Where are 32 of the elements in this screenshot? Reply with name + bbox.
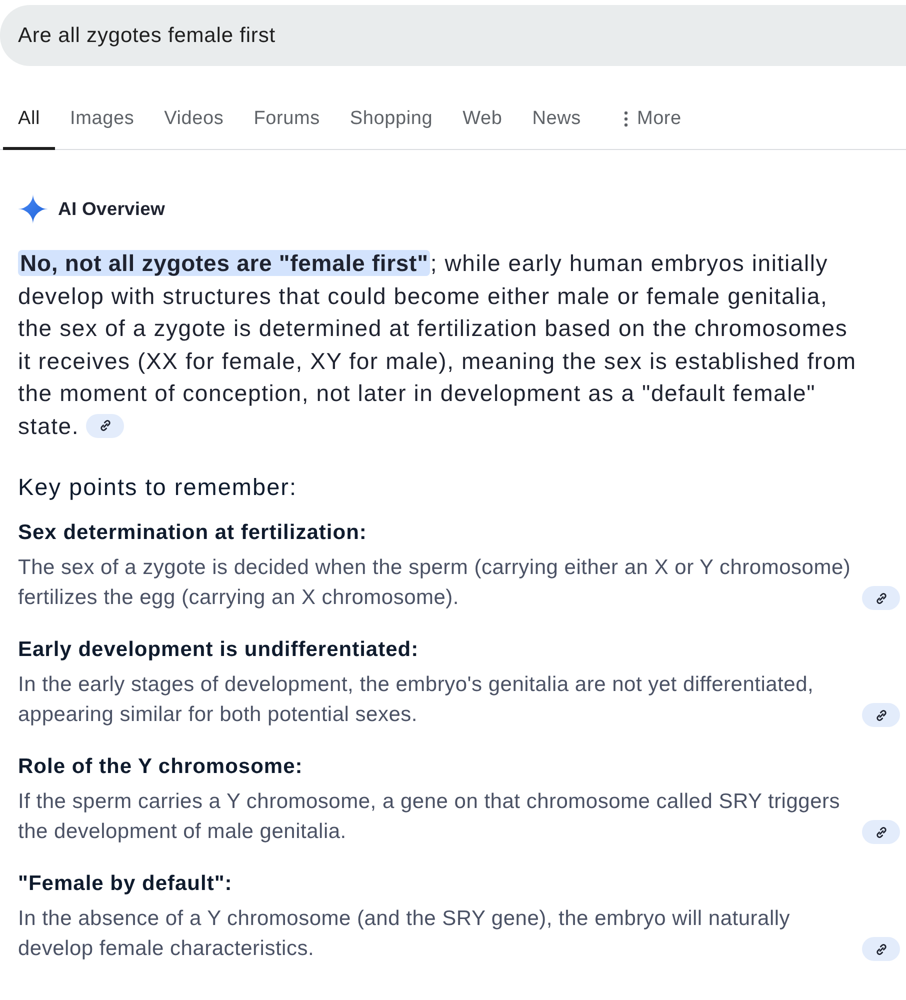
- source-link-button[interactable]: [862, 703, 900, 727]
- overview-title: AI Overview: [58, 198, 166, 220]
- key-points-heading: Key points to remember:: [17, 473, 298, 502]
- vertical-dots-icon: [624, 111, 628, 127]
- search-tab[interactable]: Shopping: [334, 96, 448, 150]
- search-tab[interactable]: All: [3, 96, 56, 150]
- source-link-button[interactable]: [862, 820, 900, 844]
- key-point-text: In the absence of a Y chromosome (and the SRY gene), the embryo will naturally develop female characteristics.: [18, 906, 792, 962]
- key-point-text: If the sperm carries a Y chromosome, a gene on that chromosome called SRY triggers the development of male genitalia.: [18, 789, 842, 845]
- key-point-text: The sex of a zygote is decided when the sperm (carrying either an X or Y chromosome) fertilizes the egg (carrying an X chromosome).: [18, 555, 852, 611]
- source-link-button[interactable]: [862, 586, 900, 610]
- search-tab[interactable]: News: [517, 96, 596, 150]
- source-link-button[interactable]: [862, 937, 900, 961]
- link-icon: [874, 592, 888, 604]
- key-point-title: Sex determination at fertilization:: [18, 520, 368, 546]
- search-tab[interactable]: Videos: [149, 96, 239, 150]
- overview-paragraph: No, not all zygotes are "female first"; while early human embryos initially develop with structures that could become either male or female genitalia, the sex of a zygote is determined at fertilization based on the chromosomes it receives (XX for female, XY for male), meaning the sex is established from the moment of conception, not later in development as a "default female" state.: [18, 249, 858, 440]
- sparkle-icon: [18, 194, 48, 224]
- link-icon: [98, 419, 112, 432]
- link-icon: [874, 942, 888, 956]
- search-tab[interactable]: Web: [448, 96, 518, 150]
- key-point-title: Early development is undifferentiated:: [18, 637, 420, 663]
- link-icon: [874, 826, 888, 838]
- source-link-button[interactable]: [86, 414, 124, 438]
- search-tab[interactable]: Forums: [238, 96, 335, 150]
- link-icon: [874, 708, 888, 722]
- search-field[interactable]: Are all zygotes female first: [0, 5, 906, 66]
- search-tab[interactable]: More: [608, 96, 696, 150]
- key-point-title: Role of the Y chromosome:: [18, 754, 304, 780]
- search-tab[interactable]: Images: [55, 96, 150, 150]
- key-point-title: "Female by default":: [18, 871, 234, 897]
- key-point-text: In the early stages of development, the embryo's genitalia are not yet differentiated, appearing similar for both potential sexes.: [18, 672, 815, 728]
